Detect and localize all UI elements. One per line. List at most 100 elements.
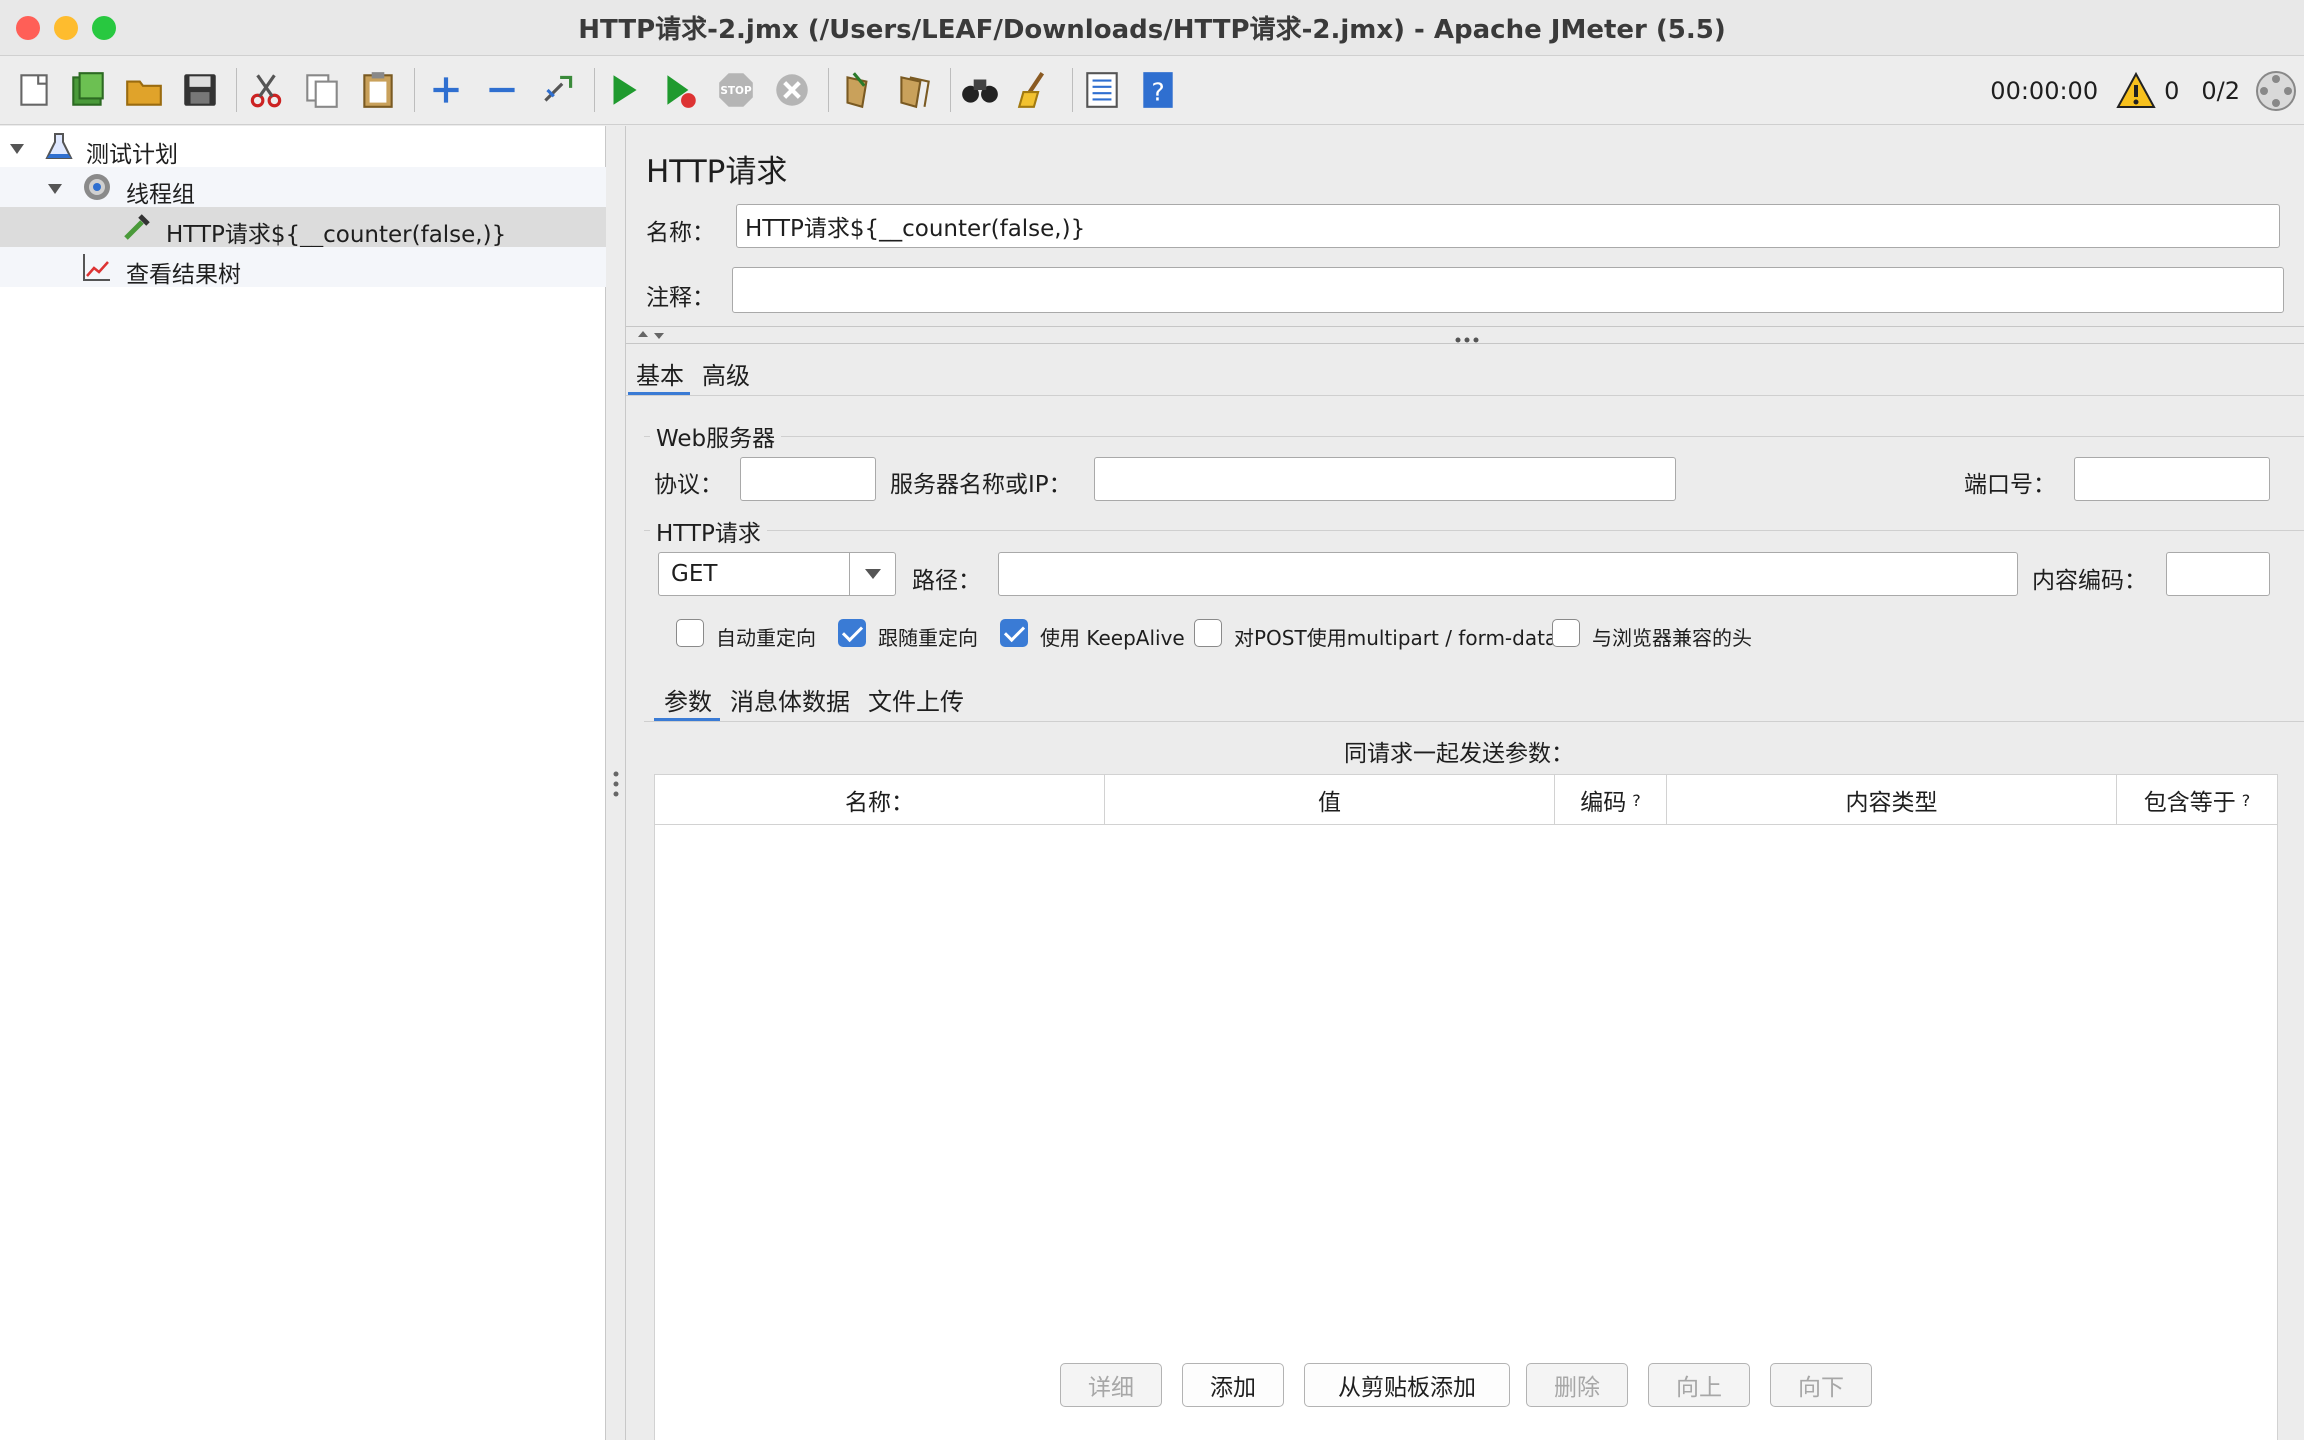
name-field[interactable]: HTTP请求${__counter(false,)} — [736, 204, 2280, 248]
delete-button[interactable]: 删除 — [1526, 1363, 1628, 1407]
follow-redirects-label: 跟随重定向 — [878, 626, 978, 650]
svg-text:STOP: STOP — [720, 85, 752, 97]
content-encoding-field[interactable] — [2166, 552, 2270, 596]
column-header-name[interactable]: 名称： — [655, 775, 1105, 825]
tree-item-label: 查看结果树 — [126, 262, 241, 288]
divider — [626, 395, 2304, 396]
tree-item-http-request[interactable]: HTTP请求${__counter(false,)} — [0, 207, 606, 248]
multipart-label: 对POST使用multipart / form-data — [1234, 626, 1558, 650]
chevron-down-icon[interactable] — [849, 553, 895, 595]
server-name-label: 服务器名称或IP： — [890, 472, 1072, 498]
collapse-icon[interactable] — [478, 64, 526, 116]
move-down-button[interactable]: 向下 — [1770, 1363, 1872, 1407]
start-no-pause-icon[interactable] — [656, 64, 704, 116]
group-border — [644, 436, 2304, 437]
parameters-table: 名称： 值 编码? 内容类型 包含等于? — [654, 774, 2278, 1440]
flask-icon — [42, 130, 76, 164]
elapsed-timer: 00:00:00 — [1990, 76, 2099, 105]
new-icon[interactable] — [10, 64, 58, 116]
expand-arrow-icon[interactable] — [46, 178, 64, 196]
pipette-icon — [120, 210, 154, 244]
reset-search-icon[interactable] — [1012, 64, 1060, 116]
column-header-encode[interactable]: 编码? — [1555, 775, 1667, 825]
detail-button[interactable]: 详细 — [1060, 1363, 1162, 1407]
help-mark-icon: ? — [2241, 790, 2251, 810]
protocol-field[interactable] — [740, 457, 876, 501]
table-header: 名称： 值 编码? 内容类型 包含等于? — [655, 775, 2277, 825]
chart-icon — [80, 250, 114, 284]
divider — [626, 343, 2304, 344]
templates-icon[interactable] — [64, 64, 112, 116]
comment-field[interactable] — [732, 267, 2284, 313]
method-select[interactable]: GET — [658, 552, 896, 596]
port-label: 端口号： — [1964, 472, 2056, 498]
port-field[interactable] — [2074, 457, 2270, 501]
column-header-value[interactable]: 值 — [1105, 775, 1555, 825]
column-header-include-equals[interactable]: 包含等于? — [2117, 775, 2277, 825]
toggle-icon[interactable] — [534, 64, 582, 116]
move-up-button[interactable]: 向上 — [1648, 1363, 1750, 1407]
follow-redirects-checkbox[interactable] — [838, 619, 866, 647]
method-value: GET — [671, 561, 718, 587]
tree-item-label: HTTP请求${__counter(false,)} — [166, 222, 507, 248]
function-helper-icon[interactable] — [1078, 64, 1126, 116]
divider — [626, 326, 2304, 327]
parameters-caption: 同请求一起发送参数： — [1344, 741, 1574, 767]
column-header-content-type[interactable]: 内容类型 — [1667, 775, 2117, 825]
add-button[interactable]: 添加 — [1182, 1363, 1284, 1407]
keepalive-checkbox[interactable] — [1000, 619, 1028, 647]
panel-title: HTTP请求 — [646, 154, 788, 190]
auto-redirect-checkbox[interactable] — [676, 619, 704, 647]
tab-basic[interactable]: 基本 — [636, 356, 684, 391]
stop-icon[interactable]: STOP — [712, 64, 760, 116]
expand-arrow-icon[interactable] — [8, 138, 26, 156]
collapse-arrows-icon[interactable] — [636, 327, 666, 347]
warning-count: 0 — [2164, 76, 2180, 105]
warning-icon[interactable] — [2116, 71, 2156, 111]
browser-headers-checkbox[interactable] — [1552, 619, 1580, 647]
add-from-clipboard-button[interactable]: 从剪贴板添加 — [1304, 1363, 1510, 1407]
shutdown-icon[interactable] — [768, 64, 816, 116]
cut-icon[interactable] — [242, 64, 290, 116]
path-label: 路径： — [912, 568, 981, 594]
tab-parameters[interactable]: 参数 — [664, 682, 712, 717]
help-icon[interactable]: ? — [1134, 64, 1182, 116]
http-request-panel: HTTP请求 名称： HTTP请求${__counter(false,)} 注释… — [626, 126, 2304, 1440]
save-icon[interactable] — [176, 64, 224, 116]
open-icon[interactable] — [120, 64, 168, 116]
paste-icon[interactable] — [354, 64, 402, 116]
http-request-group-label: HTTP请求 — [650, 514, 767, 548]
svg-text:?: ? — [1151, 78, 1164, 107]
tab-files-upload[interactable]: 文件上传 — [868, 682, 964, 717]
divider — [644, 721, 2304, 722]
toolbar: STOP ? 00:00:00 0 0/2 — [0, 56, 2304, 125]
expand-icon[interactable] — [422, 64, 470, 116]
clear-all-icon[interactable] — [890, 64, 938, 116]
multipart-checkbox[interactable] — [1194, 619, 1222, 647]
tree-item-thread-group[interactable]: 线程组 — [0, 167, 606, 208]
tree-item-test-plan[interactable]: 测试计划 — [0, 127, 606, 168]
server-name-field[interactable] — [1094, 457, 1676, 501]
tab-body-data[interactable]: 消息体数据 — [730, 682, 850, 717]
search-icon[interactable] — [956, 64, 1004, 116]
protocol-label: 协议： — [654, 472, 723, 498]
run-status-icon — [2254, 69, 2298, 113]
auto-redirect-label: 自动重定向 — [716, 626, 816, 650]
minimize-window-button[interactable] — [54, 16, 78, 40]
web-server-group-label: Web服务器 — [650, 419, 782, 453]
tree-item-view-results-tree[interactable]: 查看结果树 — [0, 247, 606, 288]
copy-icon[interactable] — [298, 64, 346, 116]
start-icon[interactable] — [600, 64, 648, 116]
tab-advanced[interactable]: 高级 — [702, 356, 750, 391]
title-bar: HTTP请求-2.jmx (/Users/LEAF/Downloads/HTTP… — [0, 0, 2304, 56]
test-plan-tree: 测试计划 线程组 HTTP请求${__counter(false,)} 查看结果… — [0, 126, 606, 1440]
resize-handle-icon[interactable] — [1452, 328, 1482, 343]
keepalive-label: 使用 KeepAlive — [1040, 626, 1185, 650]
tree-splitter[interactable] — [606, 126, 626, 1440]
help-mark-icon: ? — [1632, 790, 1641, 810]
zoom-window-button[interactable] — [92, 16, 116, 40]
clear-icon[interactable] — [834, 64, 882, 116]
path-field[interactable] — [998, 552, 2018, 596]
close-window-button[interactable] — [16, 16, 40, 40]
content-encoding-label: 内容编码： — [2032, 568, 2147, 594]
